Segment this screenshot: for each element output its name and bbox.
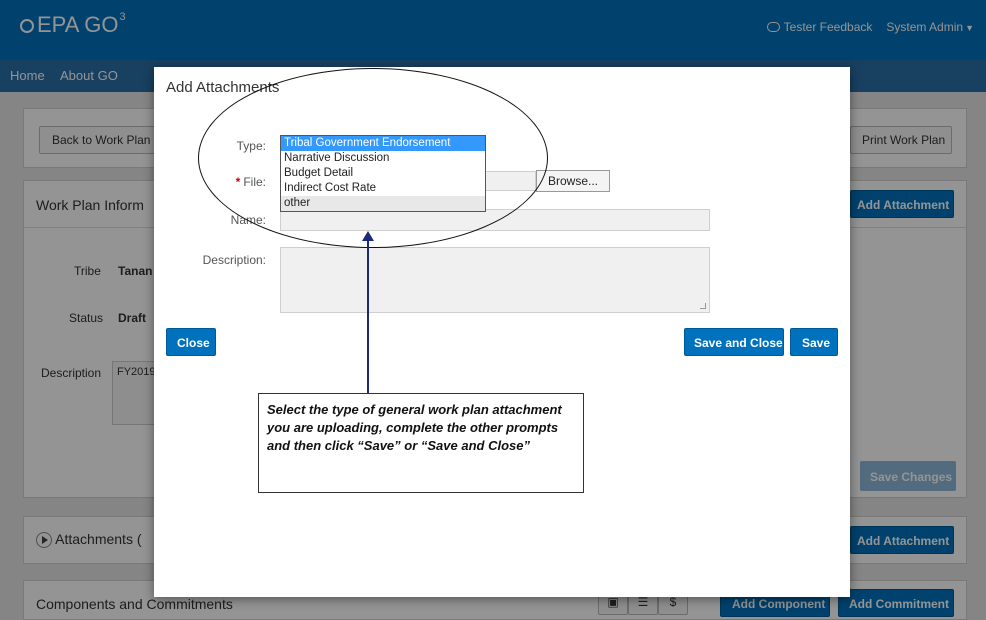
type-option[interactable]: Narrative Discussion xyxy=(281,151,485,166)
save-button[interactable]: Save xyxy=(790,328,838,356)
description-field[interactable] xyxy=(280,247,710,313)
description-field-label: Description: xyxy=(202,253,266,267)
modal-title: Add Attachments xyxy=(166,79,280,96)
name-field[interactable] xyxy=(280,209,710,231)
instruction-callout: Select the type of general work plan att… xyxy=(258,393,584,493)
resize-handle-icon[interactable] xyxy=(700,303,706,309)
type-option[interactable]: other xyxy=(281,196,485,211)
required-mark: * xyxy=(235,175,241,189)
arrow-up-icon xyxy=(362,231,374,241)
add-attachments-modal: Add Attachments Type: * File: Browse... N… xyxy=(154,67,850,597)
file-label: File: xyxy=(243,175,266,189)
save-and-close-button[interactable]: Save and Close xyxy=(684,328,784,356)
type-option[interactable]: Indirect Cost Rate xyxy=(281,181,485,196)
type-label: Type: xyxy=(236,139,266,153)
file-label-wrap: * File: xyxy=(224,175,266,189)
type-select-dropdown[interactable]: Tribal Government Endorsement Narrative … xyxy=(280,135,486,212)
close-button[interactable]: Close xyxy=(166,328,216,356)
type-option[interactable]: Budget Detail xyxy=(281,166,485,181)
callout-arrow-line xyxy=(367,237,369,393)
type-option[interactable]: Tribal Government Endorsement xyxy=(281,136,485,151)
browse-button[interactable]: Browse... xyxy=(536,170,610,192)
name-label: Name: xyxy=(230,213,266,227)
